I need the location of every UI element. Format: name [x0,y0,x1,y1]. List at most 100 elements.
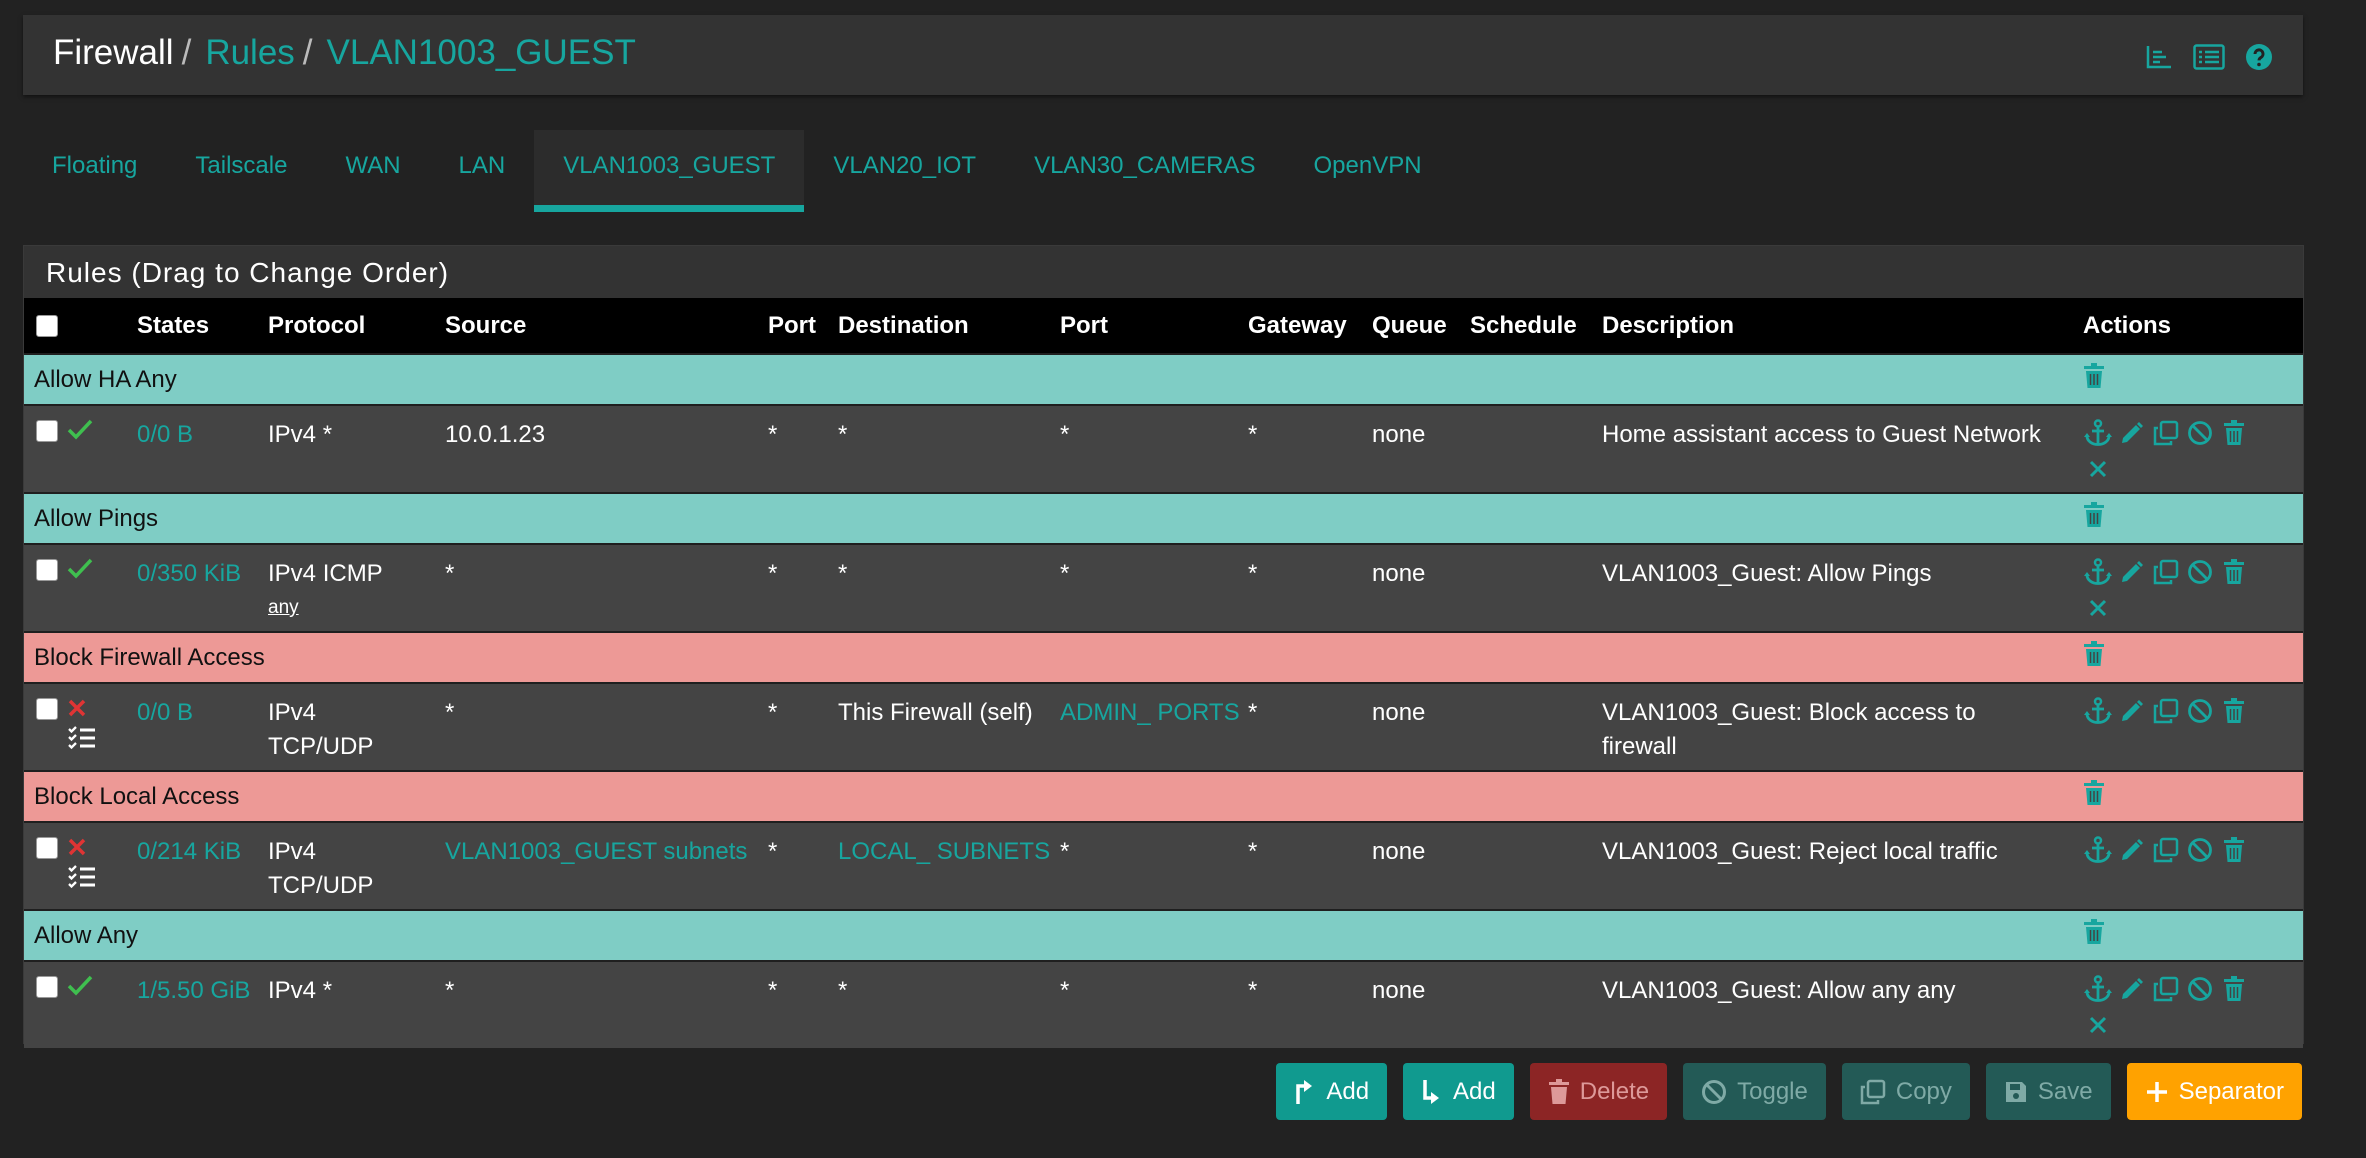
add-bottom-button[interactable]: Add [1403,1063,1514,1120]
delete-trash-icon[interactable] [2219,835,2249,865]
rule-source[interactable]: VLAN1003_GUEST subnets [445,823,768,869]
rule-checkbox[interactable] [36,837,58,859]
rule-row[interactable]: 0/214 KiB IPv4 TCP/UDP VLAN1003_GUEST subn… [24,822,2303,910]
tab-wan[interactable]: WAN [316,130,429,208]
rule-description: VLAN1003_Guest: Allow any any [1602,977,1956,1004]
rule-protocol: IPv4 ICMP [268,560,383,587]
tab-lan[interactable]: LAN [430,130,535,208]
rule-checkbox[interactable] [36,559,58,581]
breadcrumb-separator: / [181,33,192,72]
anchor-icon[interactable] [2083,835,2113,865]
disable-ban-icon[interactable] [2185,974,2215,1004]
edit-pencil-icon[interactable] [2117,557,2147,587]
rule-states[interactable]: 1/5.50 GiB [137,962,268,1008]
rule-row[interactable]: 0/350 KiB IPv4 ICMP any * * * * * none VLAN1003_G… [24,544,2303,632]
tasks-icon[interactable] [67,865,97,895]
block-x-icon [67,836,87,863]
tab-vlan30-cameras[interactable]: VLAN30_CAMERAS [1005,130,1284,208]
add-top-button[interactable]: Add [1276,1063,1388,1120]
separator-row[interactable]: Block Firewall Access [24,631,2303,684]
anchor-icon[interactable] [2083,557,2113,587]
anchor-icon[interactable] [2083,974,2113,1004]
status-graph-icon[interactable] [2145,44,2173,70]
tasks-icon[interactable] [67,726,97,756]
kill-states-icon[interactable] [2083,1010,2113,1040]
separator-delete-icon[interactable] [2083,502,2105,528]
tab-tailscale[interactable]: Tailscale [166,130,316,208]
tab-vlan20-iot[interactable]: VLAN20_IOT [804,130,1005,208]
rule-dest-port[interactable]: ADMIN_ PORTS [1060,684,1248,730]
copy-icon[interactable] [2151,557,2181,587]
kill-states-icon[interactable] [2083,454,2113,484]
interface-tabs: Floating Tailscale WAN LAN VLAN1003_GUES… [23,130,1451,212]
col-schedule: Schedule [1470,298,1602,354]
rule-protocol: IPv4 TCP/UDP [268,699,374,760]
rule-description: VLAN1003_Guest: Reject local traffic [1602,838,1998,865]
breadcrumb-rules[interactable]: Rules [205,33,294,72]
header-icons [2145,43,2273,71]
copy-icon[interactable] [2151,974,2181,1004]
rule-row[interactable]: 0/0 B IPv4 TCP/UDP * * This Firewall (self) A… [24,683,2303,771]
separator-row[interactable]: Allow HA Any [24,353,2303,406]
anchor-icon[interactable] [2083,418,2113,448]
edit-pencil-icon[interactable] [2117,696,2147,726]
rule-checkbox[interactable] [36,976,58,998]
rule-queue: none [1372,977,1426,1004]
arrow-up-icon [1296,1079,1313,1104]
edit-pencil-icon[interactable] [2117,835,2147,865]
rule-row[interactable]: 0/0 B IPv4 * 10.0.1.23 * * * * none Home assista… [24,405,2303,493]
rule-dest-port: * [1060,838,1070,865]
copy-button[interactable]: Copy [1841,1063,1970,1120]
edit-pencil-icon[interactable] [2117,974,2147,1004]
delete-trash-icon[interactable] [2219,696,2249,726]
copy-icon[interactable] [2151,696,2181,726]
toggle-button[interactable]: Toggle [1683,1063,1826,1120]
rule-dest-port: * [1060,421,1070,448]
col-protocol: Protocol [268,298,445,354]
rule-actions [2083,406,2263,484]
page-header: Firewall / Rules / VLAN1003_GUEST [23,15,2303,95]
rule-states[interactable]: 0/350 KiB [137,545,268,591]
select-all-checkbox[interactable] [36,315,58,338]
protocol-type[interactable]: any [268,591,425,625]
save-button[interactable]: Save [1985,1063,2111,1120]
copy-icon[interactable] [2151,835,2181,865]
anchor-icon[interactable] [2083,696,2113,726]
delete-trash-icon[interactable] [2219,974,2249,1004]
edit-pencil-icon[interactable] [2117,418,2147,448]
copy-icon[interactable] [2151,418,2181,448]
floppy-icon [2005,1081,2026,1102]
kill-states-icon[interactable] [2083,593,2113,623]
rule-actions [2083,545,2263,623]
separator-delete-icon[interactable] [2083,919,2105,945]
separator-delete-icon[interactable] [2083,780,2105,806]
disable-ban-icon[interactable] [2185,696,2215,726]
separator-row[interactable]: Allow Any [24,909,2303,962]
separator-row[interactable]: Block Local Access [24,770,2303,823]
rule-row[interactable]: 1/5.50 GiB IPv4 * * * * * * none VLAN1003_Guest:… [24,961,2303,1048]
add-separator-button[interactable]: Separator [2126,1063,2302,1120]
disable-ban-icon[interactable] [2185,418,2215,448]
rule-checkbox[interactable] [36,698,58,720]
rule-checkbox[interactable] [36,420,58,442]
breadcrumb-separator: / [302,33,313,72]
disable-ban-icon[interactable] [2185,557,2215,587]
rule-states[interactable]: 0/214 KiB [137,823,268,869]
list-icon[interactable] [2193,44,2225,70]
delete-button[interactable]: Delete [1529,1063,1668,1120]
tab-vlan1003-guest[interactable]: VLAN1003_GUEST [534,130,805,212]
separator-delete-icon[interactable] [2083,641,2105,667]
rule-destination[interactable]: LOCAL_ SUBNETS [838,823,1060,869]
help-icon[interactable] [2245,43,2273,71]
breadcrumb-firewall[interactable]: Firewall [53,33,174,72]
rule-states[interactable]: 0/0 B [137,406,268,452]
delete-trash-icon[interactable] [2219,557,2249,587]
separator-row[interactable]: Allow Pings [24,492,2303,545]
tab-floating[interactable]: Floating [23,130,166,208]
disable-ban-icon[interactable] [2185,835,2215,865]
breadcrumb-interface[interactable]: VLAN1003_GUEST [327,33,636,72]
delete-trash-icon[interactable] [2219,418,2249,448]
rule-states[interactable]: 0/0 B [137,684,268,730]
tab-openvpn[interactable]: OpenVPN [1285,130,1451,208]
separator-delete-icon[interactable] [2083,363,2105,389]
